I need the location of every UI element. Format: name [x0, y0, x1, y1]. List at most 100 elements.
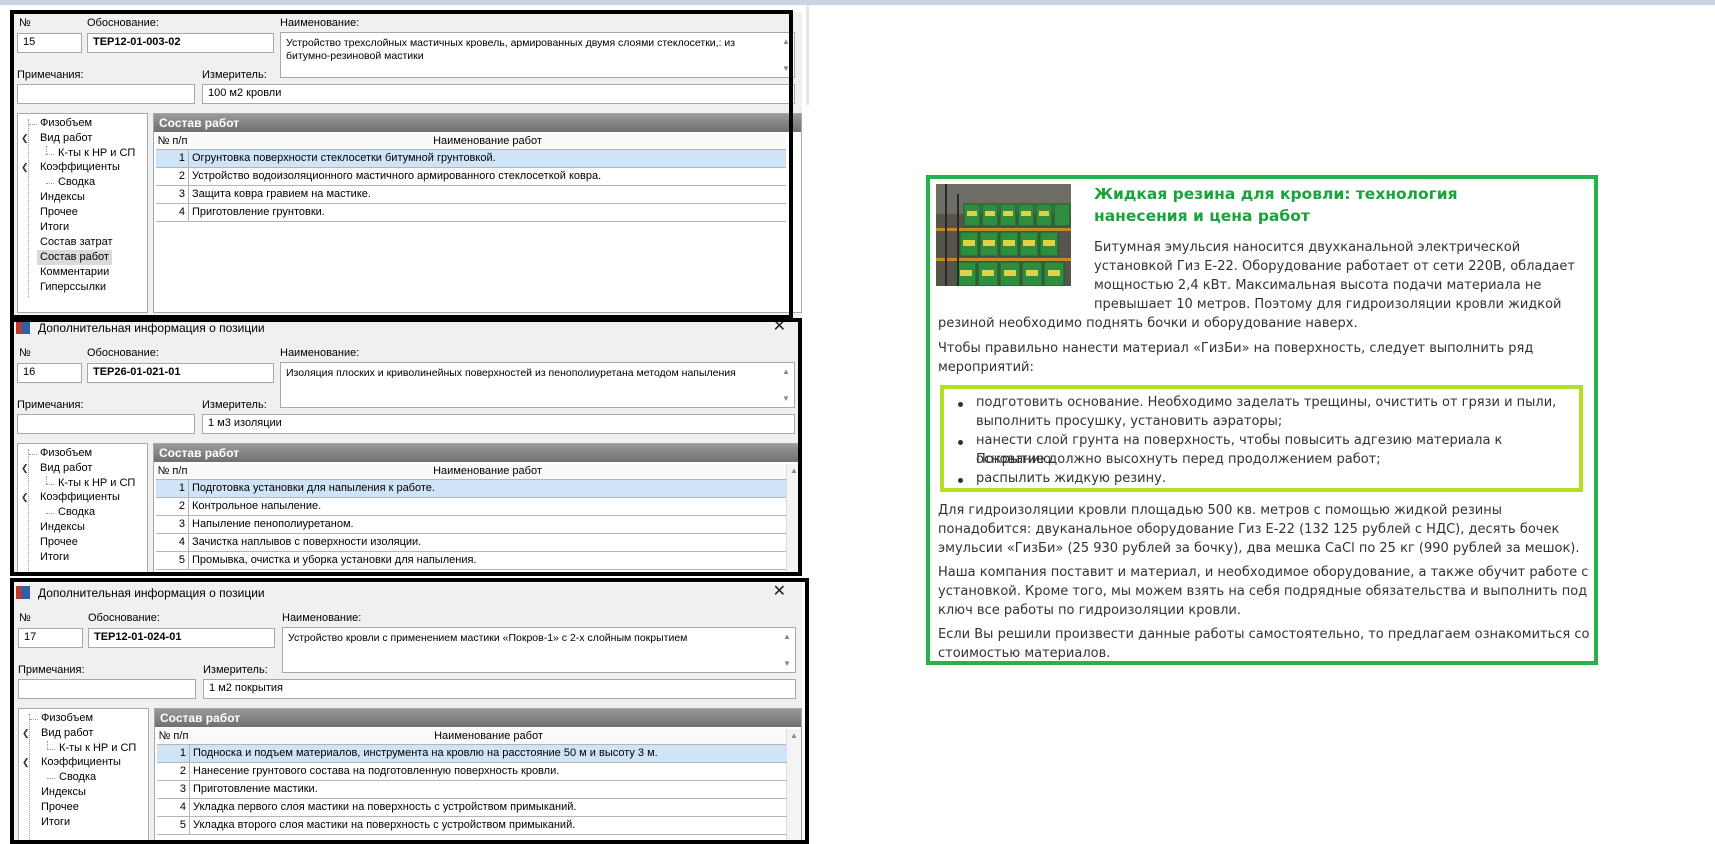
- tree-item-giperssylki[interactable]: Гиперссылки: [40, 280, 106, 295]
- section-title: Состав работ: [154, 114, 801, 132]
- notes-field[interactable]: [17, 414, 195, 434]
- num-field[interactable]: 15: [17, 33, 82, 53]
- barrels-photo: [936, 184, 1071, 286]
- table-row[interactable]: 1 Подготовка установки для напыления к ра…: [156, 480, 786, 498]
- unit-field[interactable]: 100 м2 кровли: [202, 84, 795, 104]
- grid-scrollbar[interactable]: ▲: [786, 729, 801, 844]
- scroll-up-icon[interactable]: ▲: [790, 466, 798, 475]
- name-textarea[interactable]: Изоляция плоских и криволинейных поверхн…: [280, 362, 795, 408]
- chevron-down-icon[interactable]: ❮: [22, 757, 30, 768]
- label-name: Наименование:: [280, 347, 360, 359]
- tree-item-fizobem[interactable]: Физобъем: [40, 446, 92, 461]
- label-num: №: [19, 347, 31, 359]
- chevron-down-icon[interactable]: ❮: [21, 492, 29, 503]
- label-name: Наименование:: [282, 612, 362, 624]
- tree-item-koef[interactable]: Коэффициенты: [40, 160, 120, 175]
- tree-item-indeksy[interactable]: Индексы: [41, 785, 86, 800]
- row-work-name: Зачистка наплывов с поверхности изоляции…: [192, 536, 422, 548]
- name-scrollbar[interactable]: ▲ ▼: [780, 365, 792, 405]
- tree-item-fizobem[interactable]: Физобъем: [40, 116, 92, 131]
- num-field[interactable]: 17: [18, 628, 83, 648]
- scroll-up-icon[interactable]: ▲: [782, 35, 790, 48]
- tree-item-prochee[interactable]: Прочее: [41, 800, 79, 815]
- row-work-name: Промывка, очистка и уборка установки для…: [192, 554, 477, 566]
- tree-item-svodka[interactable]: Сводка: [59, 770, 96, 785]
- notes-field[interactable]: [17, 84, 195, 104]
- tree-item-svodka[interactable]: Сводка: [58, 505, 95, 520]
- row-number: 3: [156, 186, 189, 203]
- chevron-down-icon[interactable]: ❮: [22, 728, 30, 739]
- table-row[interactable]: 3 Напыление пенополиуретаном.: [156, 516, 786, 534]
- p4-line-1: установкой. Кроме того, мы можем взять н…: [938, 584, 1588, 599]
- tree-item-indeksy[interactable]: Индексы: [40, 190, 85, 205]
- tree-item-kty[interactable]: К-ты к НР и СП: [58, 476, 135, 491]
- table-row[interactable]: 2 Контрольное напыление.: [156, 498, 786, 516]
- tree-item-sostav-rabot[interactable]: Состав работ: [37, 250, 112, 265]
- chevron-down-icon[interactable]: ❮: [21, 463, 29, 474]
- tree-item-svodka[interactable]: Сводка: [58, 175, 95, 190]
- table-row[interactable]: 4 Зачистка наплывов с поверхности изоляци…: [156, 534, 786, 552]
- tree-item-itogi[interactable]: Итоги: [40, 550, 69, 565]
- tree-item-sostav-zatrat[interactable]: Состав затрат: [40, 235, 112, 250]
- works-grid: Состав работ № п/п Наименование работ ▲ …: [153, 443, 802, 573]
- label-basis: Обоснование:: [87, 17, 159, 29]
- tree-item-kty[interactable]: К-ты к НР и СП: [58, 146, 135, 161]
- p3-line-0: Для гидроизоляции кровли площадью 500 кв…: [938, 503, 1503, 518]
- basis-field[interactable]: ТЕР12-01-003-02: [87, 33, 274, 53]
- position-panel-1: № Обоснование: Наименование: 15 ТЕР12-01…: [10, 12, 802, 317]
- scroll-down-icon[interactable]: ▼: [783, 657, 791, 670]
- bullet-list-box: подготовить основание. Необходимо задела…: [940, 385, 1583, 492]
- tree-item-koef[interactable]: Коэффициенты: [41, 755, 121, 770]
- tree-item-vid-rabot[interactable]: Вид работ: [41, 726, 93, 741]
- tree-item-vid-rabot[interactable]: Вид работ: [40, 461, 92, 476]
- scroll-down-icon[interactable]: ▼: [782, 392, 790, 405]
- tree-item-indeksy[interactable]: Индексы: [40, 520, 85, 535]
- grid-scrollbar[interactable]: ▲: [786, 464, 801, 573]
- tree-item-kty[interactable]: К-ты к НР и СП: [59, 741, 136, 756]
- scroll-up-icon[interactable]: ▲: [783, 630, 791, 643]
- tree-item-itogi[interactable]: Итоги: [40, 220, 69, 235]
- table-row[interactable]: 1 Подноска и подъем материалов, инструмен…: [157, 745, 787, 763]
- tree-item-kommentarii[interactable]: Комментарии: [40, 265, 109, 280]
- bullet-dot: [958, 478, 963, 483]
- unit-field[interactable]: 1 м3 изоляции: [202, 414, 795, 434]
- position-panel-2: Дополнительная информация о позиции ✕ № …: [10, 318, 802, 573]
- bullet-2-line-1: Покрытие должно высохнуть перед продолже…: [976, 452, 1381, 467]
- notes-field[interactable]: [18, 679, 196, 699]
- scroll-up-icon[interactable]: ▲: [790, 731, 798, 740]
- name-textarea[interactable]: Устройство трехслойных мастичных кровель…: [280, 32, 795, 78]
- num-field[interactable]: 16: [17, 363, 82, 383]
- table-row[interactable]: 4 Приготовление грунтовки.: [156, 204, 786, 222]
- unit-field[interactable]: 1 м2 покрытия: [203, 679, 796, 699]
- p1-line-4: резиной необходимо поднять бочки и обору…: [938, 316, 1358, 331]
- close-icon[interactable]: ✕: [773, 318, 786, 336]
- table-row[interactable]: 3 Защита ковра гравием на мастике.: [156, 186, 786, 204]
- table-row[interactable]: 3 Приготовление мастики.: [157, 781, 787, 799]
- table-row[interactable]: 2 Нанесение грунтового состава на подгото…: [157, 763, 787, 781]
- name-scrollbar[interactable]: ▲ ▼: [781, 630, 793, 670]
- table-row[interactable]: 1 Огрунтовка поверхности стеклосетки биту…: [156, 150, 786, 168]
- tree-item-koef[interactable]: Коэффициенты: [40, 490, 120, 505]
- close-icon[interactable]: ✕: [773, 583, 786, 601]
- basis-field[interactable]: ТЕР26-01-021-01: [87, 363, 274, 383]
- table-row[interactable]: 4 Укладка первого слоя мастики на поверхн…: [157, 799, 787, 817]
- tree-item-fizobem[interactable]: Физобъем: [41, 711, 93, 726]
- tree-item-itogi[interactable]: Итоги: [41, 815, 70, 830]
- p1-line-2: мощностью 2,4 кВт. Максимальная высота п…: [1094, 278, 1542, 293]
- table-row[interactable]: 5 Промывка, очистка и уборка установки дл…: [156, 552, 786, 570]
- row-number: 4: [156, 534, 189, 551]
- name-textarea[interactable]: Устройство кровли с применением мастики …: [282, 627, 796, 673]
- chevron-down-icon[interactable]: ❮: [21, 133, 29, 144]
- label-basis: Обоснование:: [88, 612, 160, 624]
- table-row[interactable]: 2 Устройство водоизоляционного мастичного…: [156, 168, 786, 186]
- tree-item-vid-rabot[interactable]: Вид работ: [40, 131, 92, 146]
- tree-item-prochee[interactable]: Прочее: [40, 205, 78, 220]
- scroll-down-icon[interactable]: ▼: [782, 62, 790, 75]
- scroll-up-icon[interactable]: ▲: [782, 365, 790, 378]
- table-row[interactable]: 5 Укладка второго слоя мастики на поверхн…: [157, 817, 787, 835]
- basis-field[interactable]: ТЕР12-01-024-01: [88, 628, 275, 648]
- tree-item-prochee[interactable]: Прочее: [40, 535, 78, 550]
- row-number: 3: [156, 516, 189, 533]
- name-scrollbar[interactable]: ▲ ▼: [780, 35, 792, 75]
- chevron-down-icon[interactable]: ❮: [21, 162, 29, 173]
